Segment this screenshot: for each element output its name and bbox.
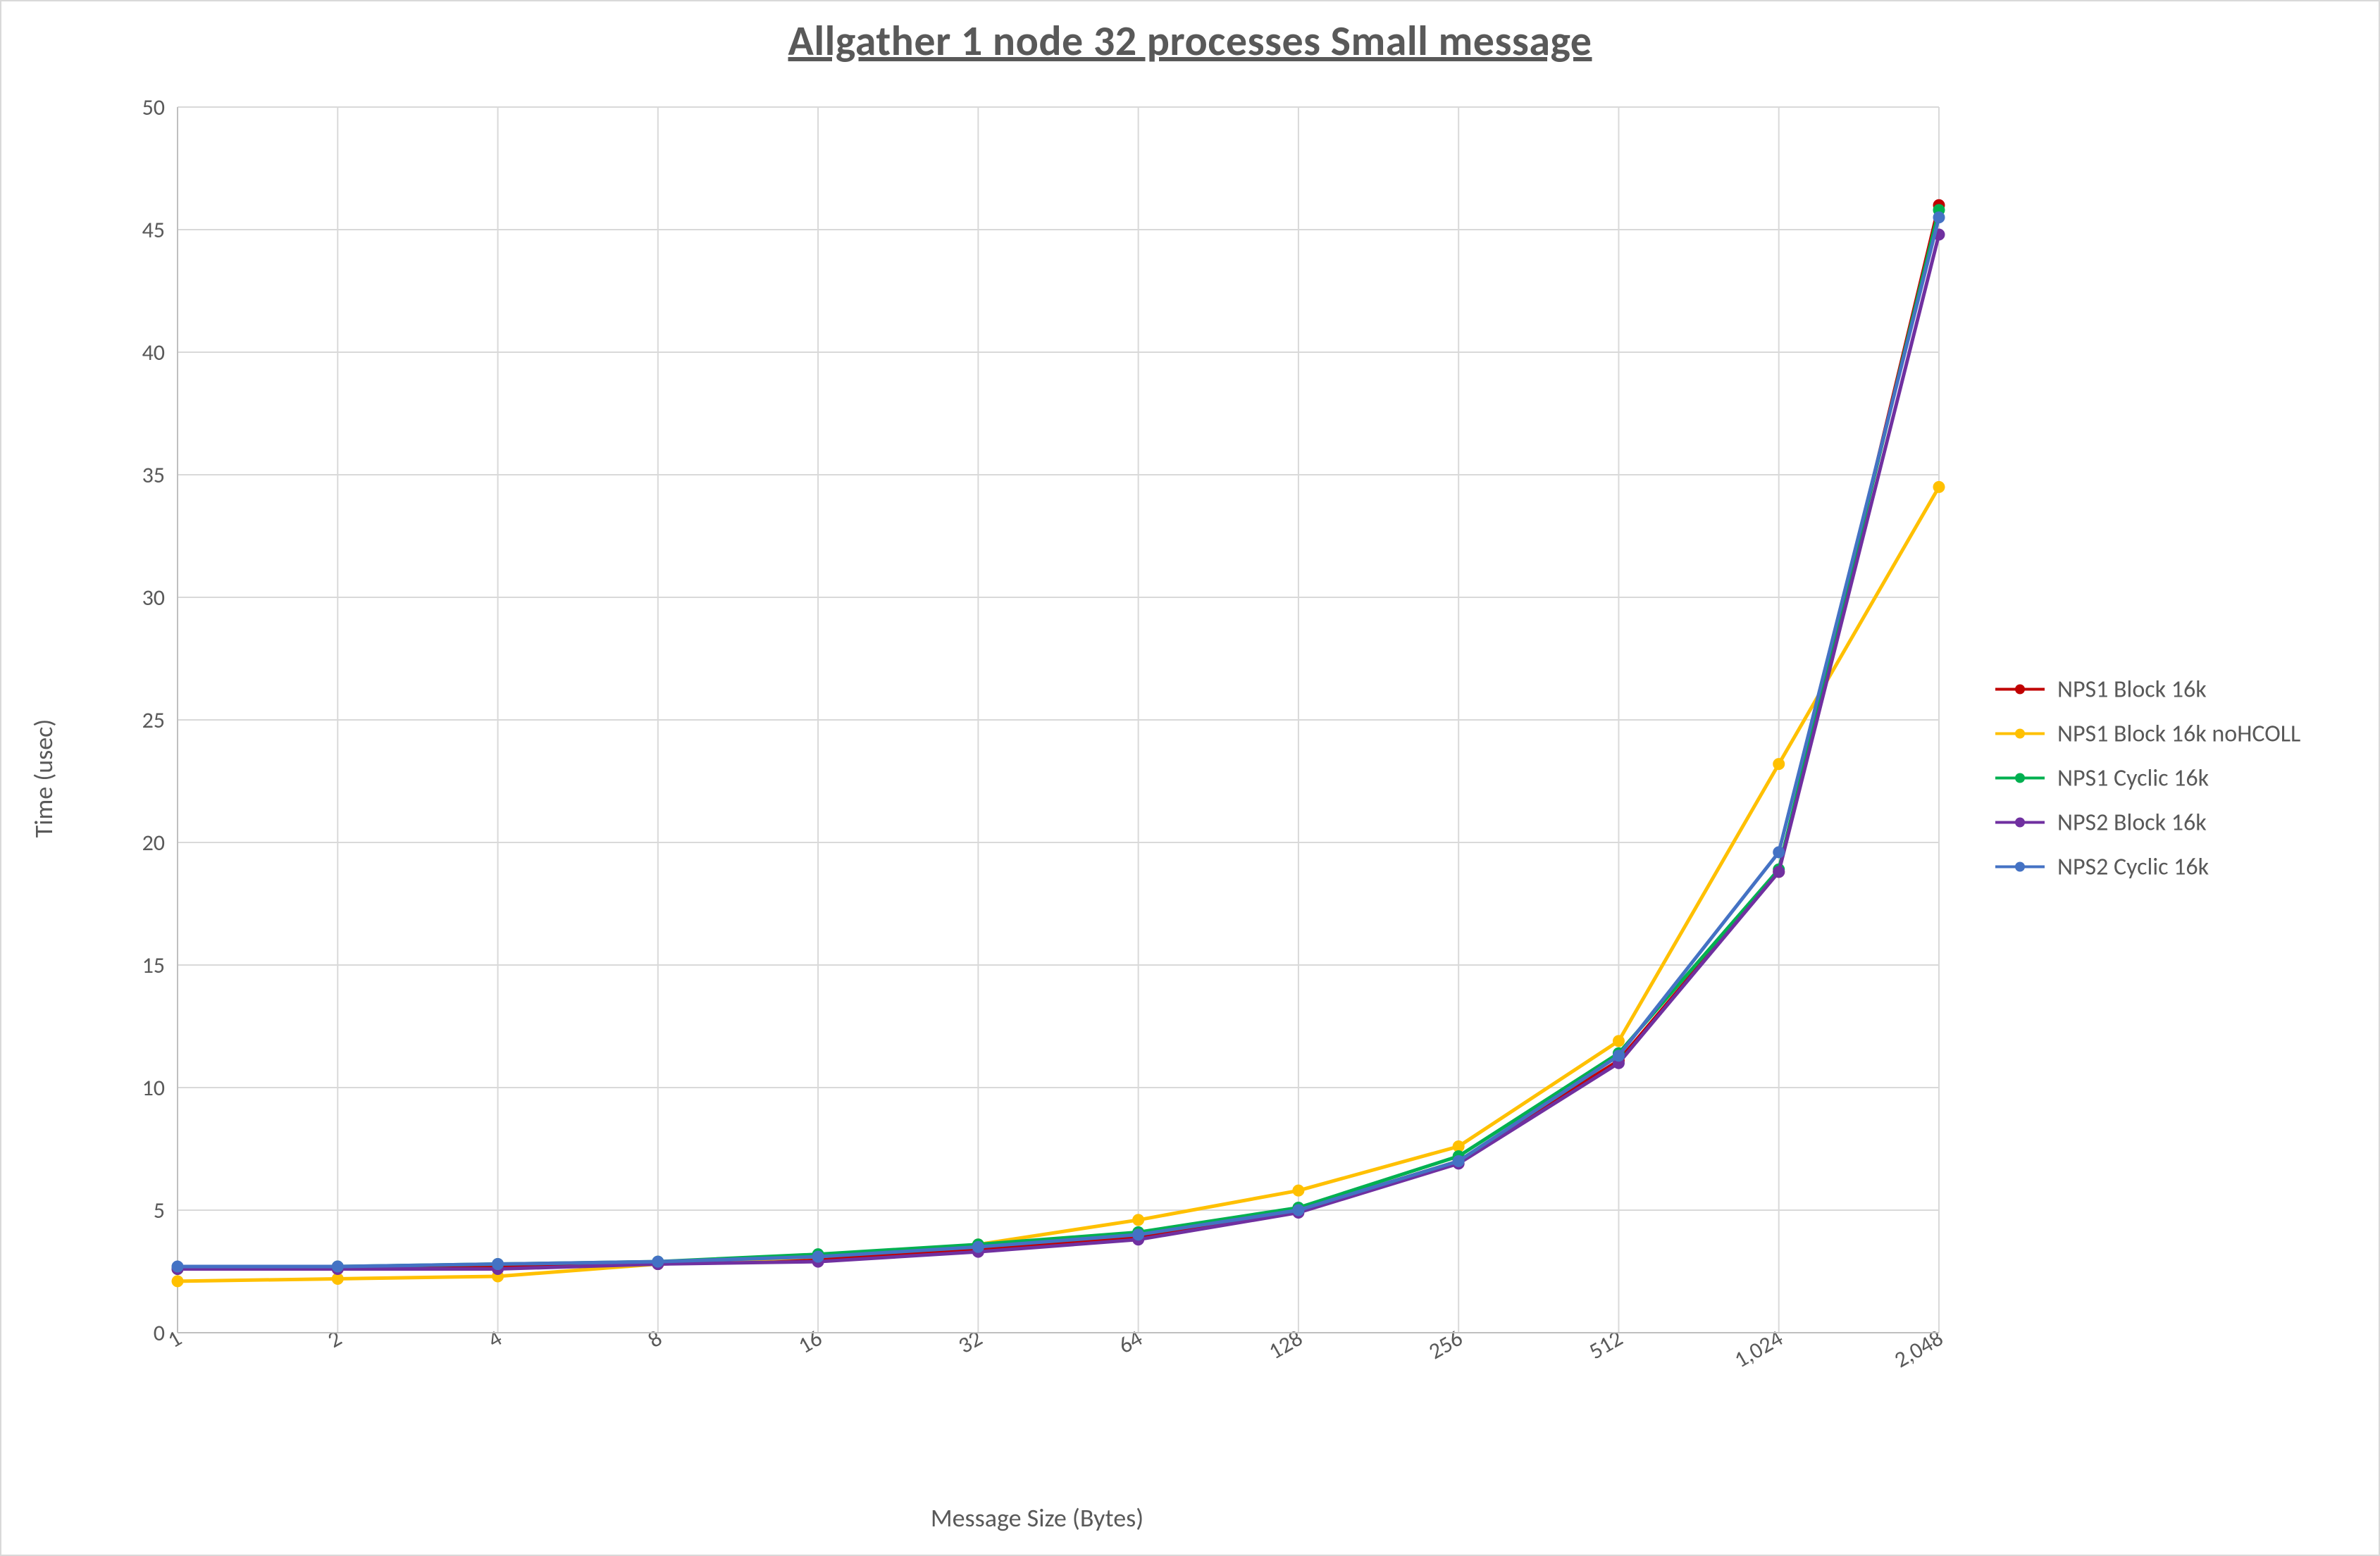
y-tick-label: 15	[142, 952, 165, 979]
y-tick-label: 10	[142, 1074, 165, 1102]
y-tick-label: 40	[142, 339, 165, 366]
legend-item: NPS1 Block 16k noHCOLL	[1995, 719, 2300, 748]
y-tick-label: 50	[142, 94, 165, 121]
x-tick-label: 2	[323, 1324, 347, 1354]
series-marker	[492, 1259, 504, 1270]
series-marker	[1453, 1155, 1464, 1166]
legend-label: NPS2 Cyclic 16k	[2057, 852, 2209, 881]
series-line	[178, 235, 1939, 1269]
y-tick-label: 25	[142, 707, 165, 734]
chart-title: Allgather 1 node 32 processes Small mess…	[1, 15, 2379, 67]
series-marker	[652, 1256, 664, 1267]
legend-swatch	[1995, 777, 2045, 780]
series-marker	[1773, 847, 1785, 858]
series-marker	[1133, 1214, 1144, 1226]
y-tick-label: 45	[142, 216, 165, 244]
series-marker	[1933, 481, 1945, 492]
plot-area: 0510152025303540455012481632641282565121…	[121, 93, 1953, 1410]
series-marker	[1773, 759, 1785, 770]
legend-label: NPS1 Cyclic 16k	[2057, 764, 2209, 792]
x-tick-label: 16	[793, 1324, 827, 1359]
chart-svg: 0510152025303540455012481632641282565121…	[121, 93, 1953, 1410]
chart-frame: Allgather 1 node 32 processes Small mess…	[0, 0, 2380, 1556]
legend-item: NPS2 Block 16k	[1995, 808, 2300, 837]
legend-item: NPS1 Block 16k	[1995, 675, 2300, 704]
legend-item: NPS2 Cyclic 16k	[1995, 852, 2300, 881]
x-tick-label: 128	[1264, 1324, 1308, 1365]
legend-swatch	[1995, 821, 2045, 824]
series-line	[178, 487, 1939, 1281]
series-marker	[1773, 866, 1785, 878]
x-tick-label: 32	[953, 1324, 987, 1359]
chart-legend: NPS1 Block 16k NPS1 Block 16k noHCOLL NPS1…	[1995, 659, 2300, 897]
y-tick-label: 35	[142, 461, 165, 489]
y-tick-label: 0	[154, 1319, 165, 1347]
legend-label: NPS2 Block 16k	[2057, 808, 2207, 837]
series-marker	[1613, 1050, 1624, 1062]
series-line	[178, 205, 1939, 1269]
series-marker	[972, 1241, 984, 1252]
x-tick-label: 512	[1584, 1324, 1628, 1365]
legend-label: NPS1 Block 16k	[2057, 675, 2207, 704]
series-marker	[172, 1276, 183, 1287]
y-axis-label: Time (usec)	[28, 718, 59, 838]
legend-swatch	[1995, 733, 2045, 735]
legend-item: NPS1 Cyclic 16k	[1995, 764, 2300, 792]
series-marker	[1613, 1035, 1624, 1047]
series-marker	[1293, 1205, 1304, 1216]
series-line	[178, 210, 1939, 1269]
series-marker	[332, 1261, 343, 1272]
x-axis-label: Message Size (Bytes)	[121, 1502, 1953, 1533]
x-tick-label: 256	[1424, 1324, 1468, 1365]
series-line	[178, 218, 1939, 1266]
y-tick-label: 30	[142, 584, 165, 611]
y-tick-label: 20	[142, 829, 165, 857]
x-tick-label: 4	[483, 1324, 507, 1354]
legend-label: NPS1 Block 16k noHCOLL	[2057, 719, 2300, 748]
series-marker	[1133, 1229, 1144, 1240]
legend-swatch	[1995, 866, 2045, 869]
series-marker	[172, 1261, 183, 1272]
x-tick-label: 64	[1114, 1324, 1148, 1359]
legend-swatch	[1995, 688, 2045, 691]
x-tick-label: 8	[643, 1324, 667, 1354]
series-marker	[1293, 1185, 1304, 1196]
series-marker	[812, 1251, 824, 1262]
x-tick-label: 1	[163, 1324, 187, 1354]
y-tick-label: 5	[154, 1197, 165, 1224]
series-marker	[1933, 212, 1945, 223]
